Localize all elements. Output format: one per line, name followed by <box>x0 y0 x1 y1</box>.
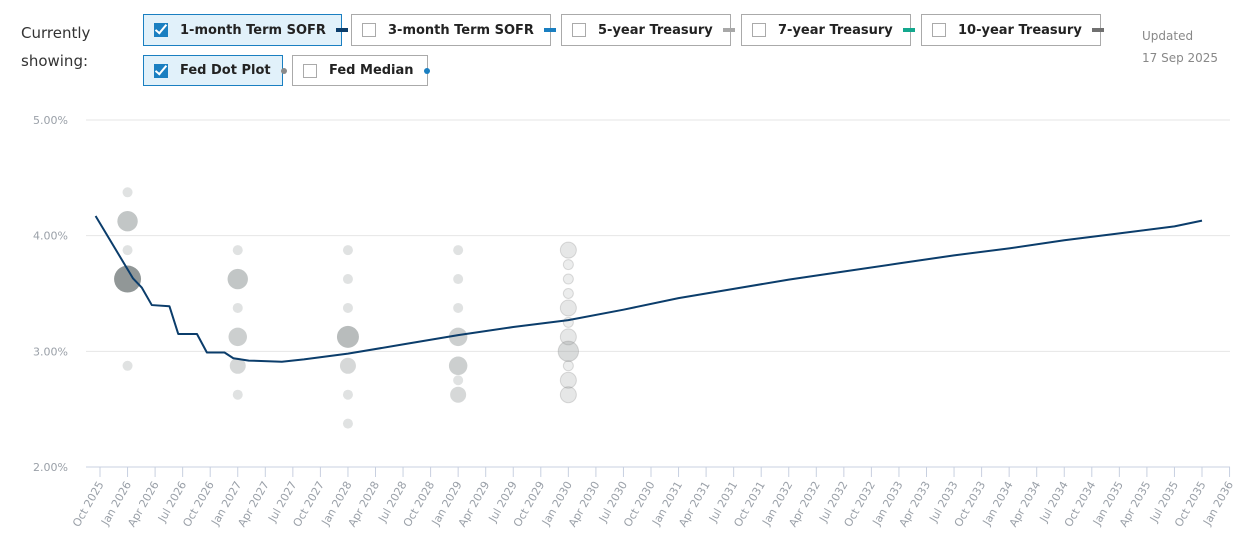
y-tick-label: 2.00% <box>33 461 68 474</box>
series-line-1-month-term-sofr <box>94 215 1203 363</box>
fed-dot <box>342 245 353 256</box>
fed-dot <box>122 187 133 198</box>
fed-dot <box>562 360 574 372</box>
fed-dot <box>232 389 243 400</box>
fed-dot <box>336 325 359 348</box>
fed-dot <box>562 287 574 299</box>
fed-dot <box>342 389 353 400</box>
fed-dot <box>117 211 138 232</box>
fed-dot <box>448 356 468 376</box>
fed-dot <box>122 360 133 371</box>
fed-dot <box>559 386 577 404</box>
fed-dot <box>122 245 133 256</box>
fed-dot <box>562 259 574 271</box>
fed-dot <box>342 418 353 429</box>
fed-dot <box>453 274 464 285</box>
chart-area: 5.00%4.00%3.00%2.00%Oct 2025Jan 2026Apr … <box>33 114 1236 529</box>
fed-dot <box>453 302 464 313</box>
fed-dot <box>562 273 574 285</box>
fed-dot <box>228 327 247 347</box>
y-tick-label: 4.00% <box>33 230 68 243</box>
fed-dot <box>450 386 467 403</box>
fed-dot <box>232 302 243 313</box>
fed-dot <box>232 245 243 256</box>
rate-chart-widget: Currently showing: 1-month Term SOFR 3-mo… <box>0 0 1246 547</box>
fed-dot <box>559 241 577 259</box>
fed-dot <box>557 340 580 363</box>
fed-dot <box>342 274 353 285</box>
fed-dot <box>453 245 464 256</box>
fed-dot <box>227 268 248 290</box>
fed-dot <box>559 299 577 317</box>
fed-dot <box>342 302 353 313</box>
y-tick-label: 5.00% <box>33 114 68 127</box>
fed-dot <box>453 375 464 386</box>
fed-dot <box>559 371 577 389</box>
fed-dot <box>339 357 356 374</box>
y-tick-label: 3.00% <box>33 345 68 358</box>
